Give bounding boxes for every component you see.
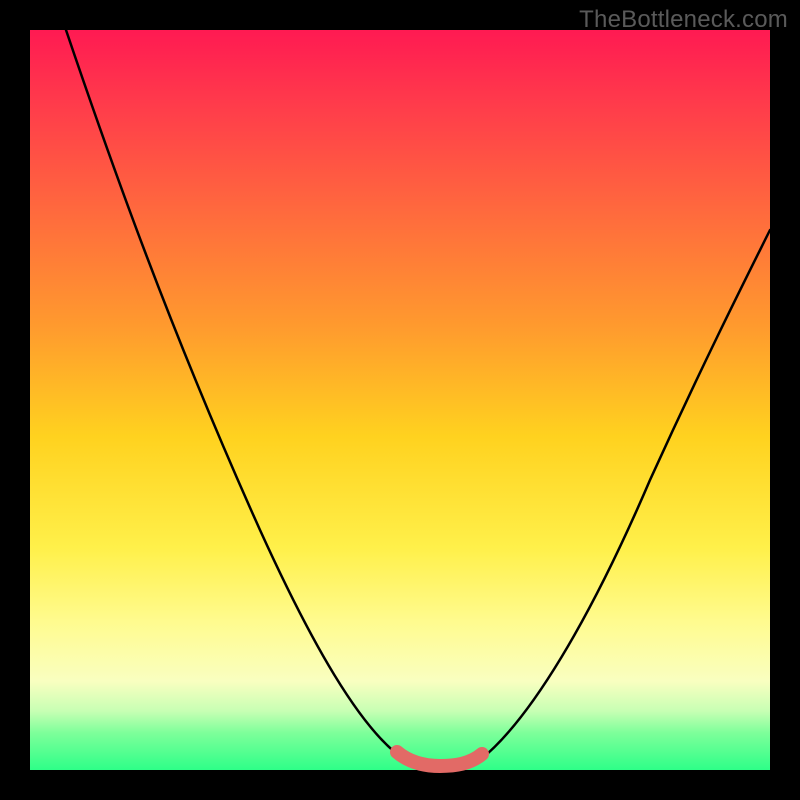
plot-area xyxy=(30,30,770,770)
watermark-text: TheBottleneck.com xyxy=(579,6,788,34)
bottom-highlight xyxy=(397,752,482,766)
left-curve xyxy=(66,30,405,760)
chart-frame: TheBottleneck.com xyxy=(0,0,800,800)
right-curve xyxy=(480,230,770,760)
curve-layer xyxy=(30,30,770,770)
